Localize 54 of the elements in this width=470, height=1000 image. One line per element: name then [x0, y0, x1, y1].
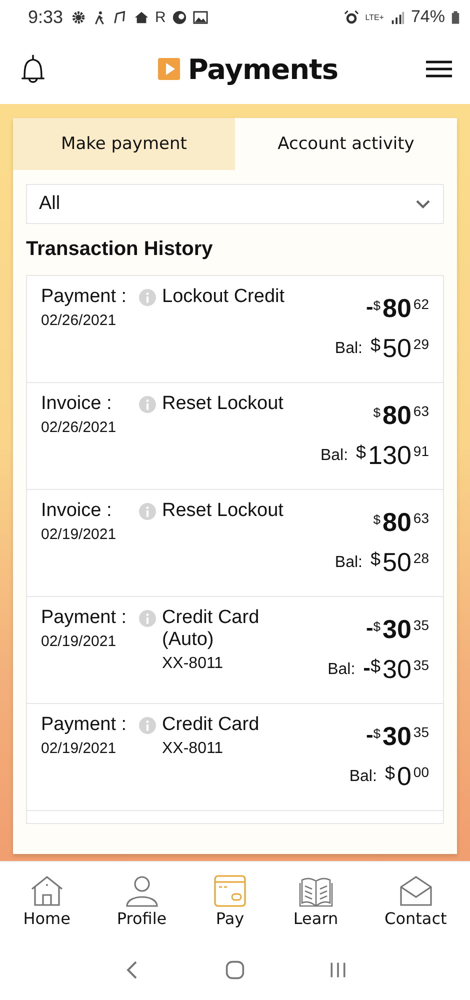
nav-tab[interactable]: Profile	[112, 874, 171, 928]
transaction-date: 02/26/2021	[41, 419, 118, 436]
filter-dropdown[interactable]: All	[26, 184, 444, 224]
clock-time: 9:33	[28, 6, 64, 28]
menu-icon[interactable]	[426, 59, 452, 79]
balance-label: Bal:	[320, 447, 348, 465]
gear-icon	[71, 10, 86, 24]
nav-tab[interactable]: Contact	[380, 874, 451, 928]
image-icon	[192, 10, 208, 24]
person-icon	[124, 874, 159, 906]
transaction-date: 02/19/2021	[41, 633, 118, 650]
transaction-type: Payment :	[41, 607, 128, 629]
balance-label: Bal:	[328, 661, 356, 679]
battery-percent: 74%	[410, 7, 445, 27]
balance-label: Bal:	[349, 768, 377, 786]
page-title: Payments	[188, 52, 338, 86]
tab[interactable]: Account activity	[235, 118, 457, 170]
alarm-icon	[344, 10, 360, 24]
transaction-description: Reset Lockout	[162, 393, 284, 415]
card-icon	[213, 874, 248, 906]
signal-icon	[390, 10, 405, 24]
network-label: LTE+	[365, 12, 384, 22]
transaction-description: XX-8011	[162, 655, 224, 673]
transaction-description: Credit Card	[162, 607, 260, 629]
play-logo-icon	[158, 58, 180, 80]
dropdown-value: All	[39, 193, 60, 215]
balance-label: Bal:	[334, 340, 362, 358]
nav-tab[interactable]: Home	[19, 874, 74, 928]
transaction-date: 02/19/2021	[41, 740, 118, 757]
section-heading: Transaction History	[26, 238, 214, 261]
transaction-type: Invoice :	[41, 500, 113, 522]
transaction-description: (Auto)	[162, 629, 215, 651]
transaction-description: XX-8011	[162, 740, 224, 758]
status-letter: R	[155, 8, 166, 26]
battery-icon	[451, 10, 460, 24]
nav-tab[interactable]: Pay	[209, 874, 252, 928]
chevron-down-icon	[415, 199, 431, 209]
transaction-description: Lockout Credit	[162, 286, 286, 308]
transaction-date: 02/26/2021	[41, 312, 118, 329]
nav-tab[interactable]: Learn	[289, 874, 342, 928]
envelope-icon	[398, 874, 433, 906]
recent-apps-icon[interactable]	[328, 960, 348, 980]
house-icon	[30, 874, 64, 906]
transaction-type: Invoice :	[41, 393, 113, 415]
transaction-description: Credit Card	[162, 714, 260, 736]
transaction-date: 02/19/2021	[41, 526, 118, 543]
transaction-description: Reset Lockout	[162, 500, 284, 522]
home-button-icon[interactable]	[224, 960, 245, 980]
balance-label: Bal:	[334, 554, 362, 572]
transaction-type: Payment :	[41, 286, 128, 308]
transaction-type: Payment :	[41, 714, 128, 736]
tab[interactable]: Make payment	[13, 118, 235, 170]
home-icon	[134, 10, 150, 24]
moon-icon	[172, 10, 187, 24]
